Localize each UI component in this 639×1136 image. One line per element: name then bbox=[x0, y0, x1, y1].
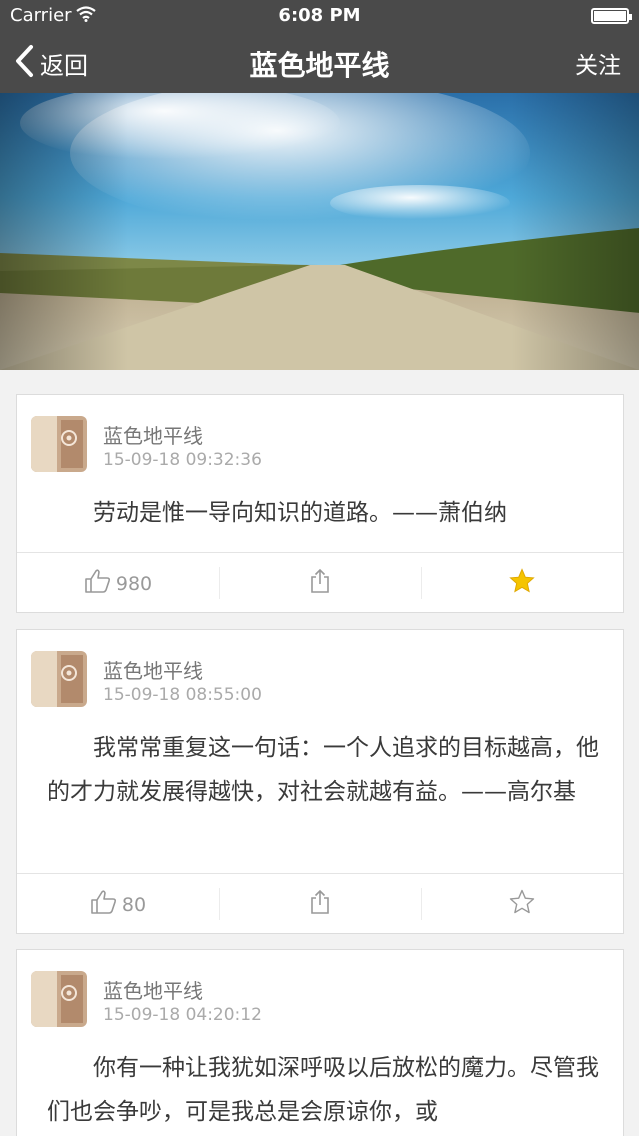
action-bar: 80 bbox=[17, 873, 623, 933]
banner-image bbox=[0, 93, 639, 370]
like-count: 80 bbox=[121, 893, 147, 916]
favorite-button[interactable] bbox=[421, 553, 623, 612]
action-bar: 980 bbox=[17, 552, 623, 612]
page-title: 蓝色地平线 bbox=[249, 49, 390, 82]
navigation-bar: 返回 蓝色地平线 关注 bbox=[0, 32, 639, 93]
star-outline-icon bbox=[509, 889, 535, 920]
like-count: 980 bbox=[115, 572, 153, 595]
post-card[interactable]: 蓝色地平线 15-09-18 09:32:36 劳动是惟一导向知识的道路。——萧… bbox=[16, 394, 624, 613]
post-card[interactable]: 蓝色地平线 15-09-18 04:20:12 你有一种让我犹如深呼吸以后放松的… bbox=[16, 949, 624, 1136]
post-card[interactable]: 蓝色地平线 15-09-18 08:55:00 我常常重复这一句话：一个人追求的… bbox=[16, 629, 624, 934]
follow-button[interactable]: 关注 bbox=[575, 46, 621, 80]
star-filled-icon bbox=[509, 568, 535, 599]
post-content: 我常常重复这一句话：一个人追求的目标越高，他的才力就发展得越快，对社会就越有益。… bbox=[47, 735, 599, 805]
post-content: 你有一种让我犹如深呼吸以后放松的魔力。尽管我们也会争吵，可是我总是会原谅你，或 bbox=[47, 1055, 599, 1125]
like-button[interactable]: 80 bbox=[17, 874, 219, 933]
post-time: 15-09-18 08:55:00 bbox=[103, 685, 262, 705]
author-name[interactable]: 蓝色地平线 bbox=[103, 655, 203, 684]
back-label: 返回 bbox=[40, 51, 88, 80]
share-button[interactable] bbox=[219, 553, 421, 612]
author-name[interactable]: 蓝色地平线 bbox=[103, 975, 203, 1004]
avatar[interactable] bbox=[31, 416, 87, 472]
avatar[interactable] bbox=[31, 971, 87, 1027]
author-name[interactable]: 蓝色地平线 bbox=[103, 420, 203, 449]
share-icon bbox=[310, 568, 330, 599]
thumbs-up-icon bbox=[90, 889, 118, 920]
share-icon bbox=[310, 889, 330, 920]
favorite-button[interactable] bbox=[421, 874, 623, 933]
thumbs-up-icon bbox=[84, 568, 112, 599]
post-time: 15-09-18 04:20:12 bbox=[103, 1005, 262, 1025]
post-time: 15-09-18 09:32:36 bbox=[103, 450, 262, 470]
chevron-left-icon bbox=[14, 44, 34, 82]
status-bar: Carrier 6:08 PM bbox=[0, 0, 639, 32]
back-button[interactable]: 返回 bbox=[14, 44, 88, 82]
post-content: 劳动是惟一导向知识的道路。——萧伯纳 bbox=[93, 500, 507, 526]
like-button[interactable]: 980 bbox=[17, 553, 219, 612]
battery-icon bbox=[591, 8, 632, 24]
avatar[interactable] bbox=[31, 651, 87, 707]
share-button[interactable] bbox=[219, 874, 421, 933]
clock: 6:08 PM bbox=[278, 5, 361, 26]
